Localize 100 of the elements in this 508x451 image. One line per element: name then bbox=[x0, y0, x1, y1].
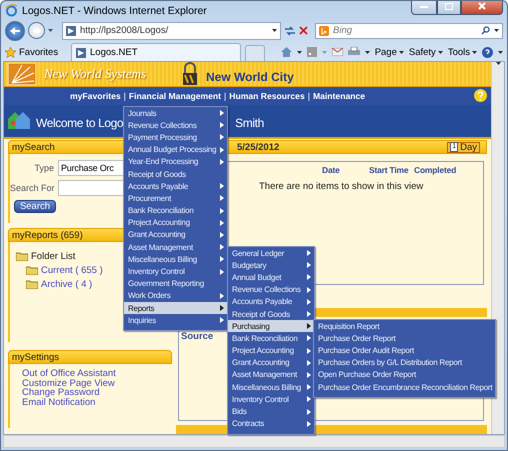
search-provider-icon bbox=[319, 26, 329, 36]
menu-item[interactable]: Accounts Payable bbox=[228, 296, 314, 308]
menu-item[interactable]: Reports bbox=[124, 302, 227, 314]
menu-item[interactable]: Budgetary bbox=[228, 259, 314, 272]
address-field[interactable]: http://lps2008/Logos/ bbox=[62, 22, 281, 40]
menu-item[interactable]: Inventory Control bbox=[228, 393, 314, 406]
horizontal-scrollbar[interactable] bbox=[3, 435, 505, 448]
close-button[interactable] bbox=[461, 1, 503, 15]
folder-icon bbox=[26, 266, 38, 275]
empty-message: There are no items to show in this view bbox=[259, 181, 424, 192]
menu-item[interactable]: Government Reporting bbox=[124, 278, 227, 290]
stop-icon[interactable] bbox=[299, 26, 308, 35]
menu-item[interactable]: Miscellaneous Billing bbox=[228, 381, 314, 394]
caret-icon bbox=[322, 50, 327, 54]
back-icon bbox=[10, 26, 20, 34]
brand-name: New World Systems bbox=[44, 66, 148, 82]
menu-item[interactable]: Asset Management bbox=[124, 241, 227, 254]
menu-item[interactable]: Miscellaneous Billing bbox=[124, 253, 227, 266]
caret-icon bbox=[48, 29, 53, 32]
feed-icon[interactable] bbox=[306, 47, 317, 57]
settings-link[interactable]: Out of Office Assistant bbox=[10, 369, 116, 379]
nav-separator: | bbox=[224, 90, 226, 101]
browser-logo-icon bbox=[5, 4, 18, 17]
star-icon bbox=[5, 46, 16, 58]
minimize-icon bbox=[420, 4, 428, 8]
maximize-button[interactable] bbox=[437, 1, 461, 15]
settings-link[interactable]: Customize Page View bbox=[10, 378, 115, 388]
help-icon[interactable] bbox=[482, 46, 493, 58]
nav-link[interactable]: Human Resources bbox=[229, 90, 305, 101]
settings-link[interactable]: Change Password bbox=[10, 388, 100, 398]
menu-item[interactable]: Accounts Payable bbox=[124, 180, 227, 192]
home-icon[interactable] bbox=[280, 47, 292, 57]
nav-link[interactable]: myFavorites bbox=[70, 90, 121, 101]
menu-item[interactable]: Work Orders bbox=[124, 290, 227, 302]
menu-item[interactable]: Purchasing bbox=[228, 320, 314, 332]
close-icon bbox=[478, 2, 486, 10]
menu-item[interactable]: Requisition Report bbox=[314, 320, 496, 332]
caret-icon bbox=[494, 29, 499, 32]
favorites-button[interactable]: Favorites bbox=[5, 43, 67, 61]
column-header: Start Time bbox=[369, 165, 410, 175]
panel-header: mySettings bbox=[8, 350, 172, 364]
menu-item[interactable]: General Ledger bbox=[228, 247, 314, 260]
menu-item[interactable]: Grant Accounting bbox=[228, 356, 314, 369]
column-header: Date bbox=[322, 165, 341, 175]
search-field[interactable]: Bing bbox=[333, 24, 477, 36]
caret-icon bbox=[364, 50, 370, 54]
menu-item[interactable]: Procurement bbox=[124, 192, 227, 204]
menu-item[interactable]: Asset Management bbox=[228, 368, 314, 382]
menu-item[interactable]: Annual Budget bbox=[228, 271, 314, 284]
vertical-scrollbar[interactable] bbox=[491, 62, 504, 434]
caret-icon bbox=[272, 29, 277, 32]
browser-tab[interactable]: Logos.NET bbox=[71, 43, 241, 61]
menu-item[interactable]: Bids bbox=[228, 405, 314, 418]
menu-item[interactable]: Inventory Control bbox=[124, 265, 227, 278]
caret-icon bbox=[472, 50, 477, 54]
refresh-icon[interactable] bbox=[284, 26, 296, 36]
menu-item[interactable]: Bank Reconciliation bbox=[228, 332, 314, 344]
menu-item[interactable]: Contracts bbox=[228, 418, 314, 430]
folder-link[interactable]: Archive ( 4 ) bbox=[41, 279, 92, 290]
menu-item[interactable]: Purchase Orders by G/L Distribution Report bbox=[314, 356, 496, 369]
caret-icon bbox=[398, 50, 404, 54]
command-menu[interactable]: Safety bbox=[408, 46, 443, 58]
folder-label: Folder List bbox=[31, 251, 76, 262]
menu-item[interactable]: Journals bbox=[124, 107, 227, 120]
maximize-icon bbox=[445, 2, 453, 10]
folder-icon bbox=[16, 252, 28, 261]
settings-link[interactable]: Email Notification bbox=[10, 398, 96, 408]
help-icon[interactable] bbox=[474, 89, 487, 102]
minimize-button[interactable] bbox=[411, 1, 437, 15]
search-icon[interactable] bbox=[481, 26, 490, 35]
command-menu[interactable]: Tools bbox=[448, 46, 477, 58]
forward-icon bbox=[32, 28, 40, 34]
search-button[interactable]: Search bbox=[14, 200, 56, 213]
search-box[interactable]: Bing bbox=[315, 22, 503, 38]
nav-link[interactable]: Maintenance bbox=[312, 90, 366, 101]
menu-item[interactable]: Purchase Order Encumbrance Reconciliation Report bbox=[314, 380, 496, 394]
folder-link[interactable]: Current ( 655 ) bbox=[41, 265, 103, 276]
menu-item[interactable]: Receipt of Goods bbox=[228, 308, 314, 320]
back-button[interactable] bbox=[5, 20, 25, 40]
page-icon bbox=[66, 26, 76, 36]
menu-item[interactable]: Revenue Collections bbox=[228, 284, 314, 296]
caret-icon bbox=[498, 50, 503, 54]
nav-separator: | bbox=[124, 90, 126, 101]
house-icon bbox=[8, 110, 30, 130]
menu-item[interactable]: Inquiries bbox=[124, 314, 227, 326]
menu-item[interactable]: Purchase Order Report bbox=[314, 332, 496, 344]
forward-button[interactable] bbox=[28, 22, 45, 39]
print-icon[interactable] bbox=[348, 47, 360, 57]
welcome-text: Welcome to Logo bbox=[36, 116, 124, 130]
mail-icon[interactable] bbox=[332, 48, 343, 56]
menu-item[interactable]: Bank Reconciliation bbox=[124, 204, 227, 217]
command-menu[interactable]: Page bbox=[374, 46, 404, 58]
menu-item[interactable]: Project Accounting bbox=[124, 216, 227, 229]
date-text: 5/25/2012 bbox=[237, 142, 280, 152]
menu-item[interactable]: Project Accounting bbox=[228, 344, 314, 357]
menu-item[interactable]: Open Purchase Order Report bbox=[314, 368, 496, 381]
city-name: New World City bbox=[206, 70, 294, 84]
menu-item[interactable]: Revenue Collections bbox=[124, 119, 227, 132]
nav-link[interactable]: Financial Management bbox=[128, 90, 222, 101]
menu-item[interactable]: Purchase Order Audit Report bbox=[314, 344, 496, 357]
